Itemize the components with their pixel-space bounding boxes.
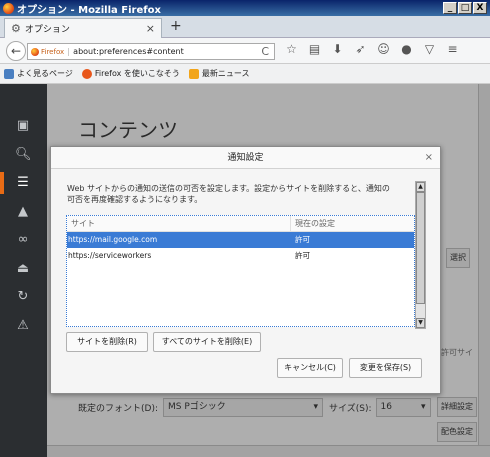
- remove-site-button[interactable]: サイトを削除(R): [66, 332, 148, 352]
- applications-icon[interactable]: ▲: [15, 204, 31, 220]
- general-icon[interactable]: ▣: [15, 118, 31, 134]
- search-icon[interactable]: 🔍︎: [15, 147, 32, 163]
- dialog-scrollbar[interactable]: ▲ ▼: [415, 181, 426, 329]
- menu-icon[interactable]: ≡: [441, 42, 464, 56]
- content-icon[interactable]: ☰: [15, 175, 31, 191]
- gear-icon: ⚙: [11, 22, 21, 35]
- url-bar[interactable]: Firefox about:preferences#content C: [27, 43, 275, 60]
- bookmark-latest-news[interactable]: 最新ニュース: [188, 68, 250, 79]
- window-titlebar: オプション - Mozilla Firefox _ □ X: [0, 0, 490, 16]
- identity-badge[interactable]: Firefox: [28, 47, 70, 56]
- firefox-icon: [81, 68, 92, 79]
- scroll-down-icon[interactable]: ▼: [416, 318, 425, 328]
- minimize-button[interactable]: _: [443, 2, 457, 14]
- tab-close-icon[interactable]: ×: [146, 22, 155, 35]
- status-cell: 許可: [295, 235, 310, 244]
- notification-settings-dialog: 通知設定 × Web サイトからの通知の送信の可否を設定します。設定からサイトを…: [50, 146, 441, 394]
- font-size-value: 16: [380, 402, 392, 412]
- reading-list-icon[interactable]: ▤: [303, 42, 326, 56]
- bookmark-label: Firefox を使いこなそう: [94, 69, 180, 78]
- default-font-row: 既定のフォント(D): MS Pゴシック ▾ サイズ(S): 16 ▾: [78, 398, 431, 417]
- dialog-close-icon[interactable]: ×: [425, 147, 433, 169]
- table-header: サイト 現在の設定: [67, 216, 414, 232]
- default-font-select[interactable]: MS Pゴシック ▾: [163, 398, 323, 417]
- site-cell: https://mail.google.com: [68, 235, 158, 244]
- most-visited-icon: [4, 68, 14, 79]
- page-vertical-scrollbar[interactable]: [478, 84, 490, 445]
- dialog-title: 通知設定: [227, 153, 264, 163]
- colors-button[interactable]: 配色設定: [437, 422, 477, 442]
- remove-all-sites-button[interactable]: すべてのサイトを削除(E): [153, 332, 261, 352]
- url-text[interactable]: about:preferences#content: [69, 47, 261, 56]
- bookmark-label: よく見るページ: [17, 69, 73, 78]
- advanced-font-button[interactable]: 詳細設定: [437, 397, 477, 417]
- security-icon[interactable]: ⏏: [15, 261, 31, 277]
- default-font-label: 既定のフォント(D):: [78, 404, 158, 414]
- bookmark-most-visited[interactable]: よく見るページ: [4, 68, 73, 79]
- window-close-button[interactable]: X: [473, 2, 487, 14]
- choose-button[interactable]: 選択: [446, 248, 470, 268]
- send-icon[interactable]: ➶: [349, 42, 372, 56]
- font-size-select[interactable]: 16 ▾: [375, 398, 431, 417]
- table-row[interactable]: https://serviceworkers 許可: [67, 248, 414, 264]
- save-changes-button[interactable]: 変更を保存(S): [349, 358, 422, 378]
- column-header-site[interactable]: サイト: [67, 216, 291, 231]
- navigation-toolbar: ← Firefox about:preferences#content C ☆ …: [0, 38, 490, 64]
- sync-icon[interactable]: ↻: [15, 289, 31, 305]
- download-icon[interactable]: ⬇: [326, 42, 349, 56]
- status-cell: 許可: [295, 251, 310, 260]
- scroll-up-icon[interactable]: ▲: [416, 182, 425, 192]
- page-title: コンテンツ: [78, 118, 178, 142]
- pocket-icon[interactable]: ▽: [418, 42, 441, 56]
- preferences-sidebar: ▣ 🔍︎ ☰ ▲ ∞ ⏏ ↻ ⚠: [0, 84, 47, 457]
- firefox-identity-icon: [31, 47, 39, 56]
- column-header-status[interactable]: 現在の設定: [291, 216, 335, 231]
- back-button[interactable]: ←: [6, 41, 26, 61]
- allowed-sites-text: 許可サイ: [441, 348, 473, 357]
- bookmark-label: 最新ニュース: [201, 69, 250, 78]
- sites-table[interactable]: サイト 現在の設定 https://mail.google.com 許可 htt…: [66, 215, 415, 327]
- new-tab-button[interactable]: +: [170, 18, 182, 34]
- bookmark-getting-started[interactable]: Firefox を使いこなそう: [81, 68, 180, 79]
- dialog-description: Web サイトからの通知の送信の可否を設定します。設定からサイトを削除すると、通…: [67, 184, 390, 204]
- bookmark-star-icon[interactable]: ☆: [280, 42, 303, 56]
- window-title: オプション - Mozilla Firefox: [17, 4, 161, 16]
- toolbar-icons: ☆ ▤ ⬇ ➶ ☺ ● ▽ ≡: [280, 42, 464, 56]
- site-cell: https://serviceworkers: [68, 251, 152, 260]
- chat-icon[interactable]: ●: [395, 42, 418, 56]
- advanced-icon[interactable]: ⚠: [15, 318, 31, 334]
- reload-icon[interactable]: C: [261, 45, 274, 58]
- tab-strip: ⚙ オプション × +: [0, 16, 490, 38]
- identity-label: Firefox: [41, 47, 65, 56]
- tab-title: オプション: [24, 25, 70, 35]
- bookmarks-toolbar: よく見るページ Firefox を使いこなそう 最新ニュース: [0, 64, 490, 84]
- hello-icon[interactable]: ☺: [372, 42, 395, 56]
- scroll-thumb[interactable]: [416, 192, 425, 304]
- maximize-button[interactable]: □: [458, 2, 472, 14]
- default-font-value: MS Pゴシック: [168, 402, 226, 412]
- tab-options[interactable]: ⚙ オプション ×: [4, 18, 162, 38]
- chevron-down-icon: ▾: [420, 402, 426, 412]
- window-controls: _ □ X: [443, 2, 487, 14]
- firefox-logo-icon: [3, 2, 14, 14]
- chevron-down-icon: ▾: [313, 402, 318, 412]
- cancel-button[interactable]: キャンセル(C): [277, 358, 343, 378]
- privacy-icon[interactable]: ∞: [15, 232, 31, 248]
- active-indicator: [0, 172, 4, 194]
- page-horizontal-scrollbar[interactable]: [47, 445, 490, 457]
- size-label: サイズ(S):: [329, 404, 372, 414]
- table-row[interactable]: https://mail.google.com 許可: [67, 232, 414, 248]
- rss-feed-icon: [188, 68, 199, 79]
- dialog-header: 通知設定 ×: [51, 147, 440, 169]
